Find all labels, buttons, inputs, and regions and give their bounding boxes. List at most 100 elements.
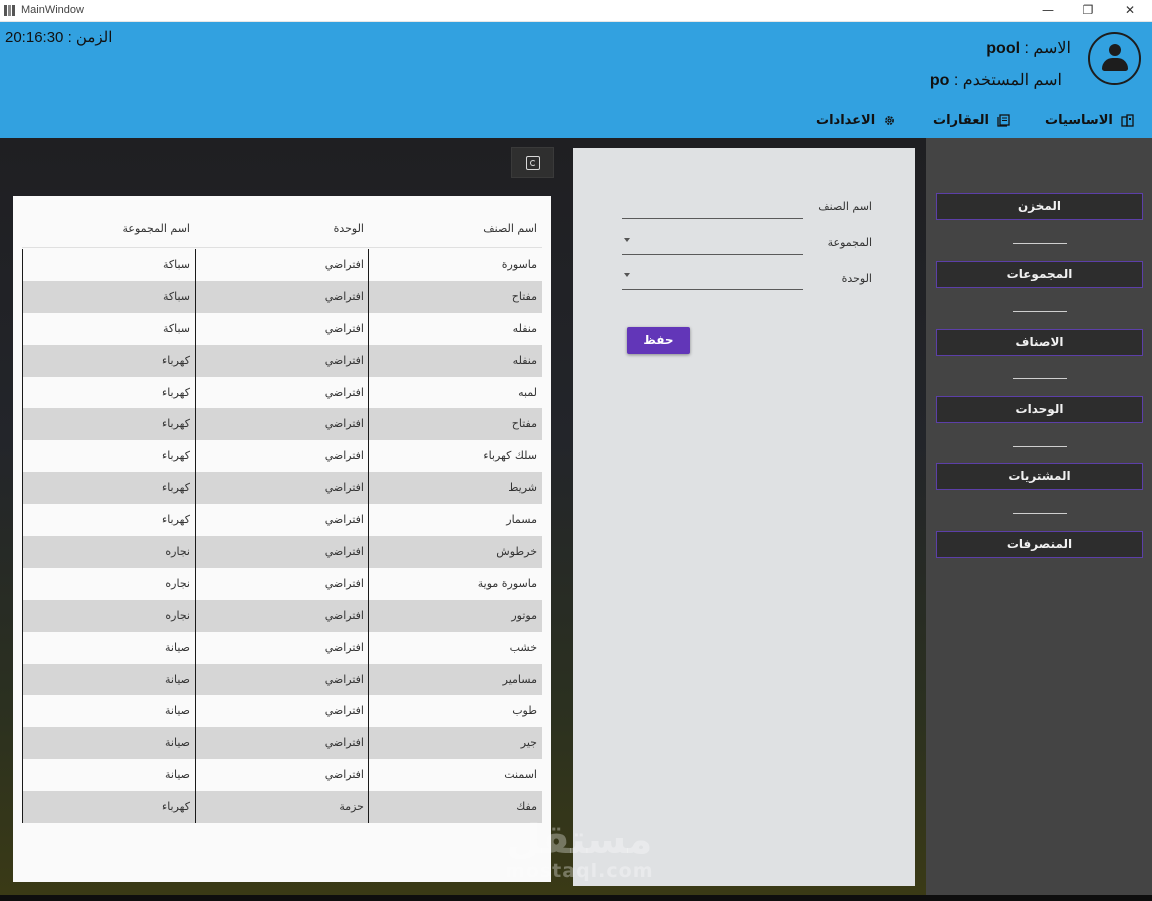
cell-group-name: صيانة [165, 736, 190, 750]
cell-group-name: كهرباء [162, 353, 190, 367]
table-row[interactable]: مفك حزمة كهرباء [22, 791, 542, 824]
cell-unit: افتراضي [324, 672, 364, 686]
window-title: MainWindow [21, 4, 84, 16]
app-header: الاسم : pool اسم المستخدم : po الزمن : 2… [0, 22, 1152, 138]
unit-dropdown-arrow-icon[interactable] [624, 273, 630, 277]
table-row[interactable]: منفله افتراضي كهرباء [22, 344, 542, 377]
cell-group-name: كهرباء [162, 513, 190, 527]
column-divider [368, 249, 369, 824]
sidebar-item-items[interactable]: الاصناف [936, 329, 1143, 356]
sidebar-divider [1013, 513, 1067, 514]
cell-item-name: خشب [509, 640, 537, 654]
cell-item-name: موتور [511, 608, 537, 622]
menu-basics[interactable]: الاساسيات [1045, 111, 1134, 129]
cell-item-name: مسامير [502, 672, 537, 686]
username-line: اسم المستخدم : po [930, 70, 1062, 90]
cell-unit: افتراضي [324, 545, 364, 559]
menu-settings[interactable]: الاعدادات [816, 111, 896, 129]
table-row[interactable]: لمبه افتراضي كهرباء [22, 377, 542, 409]
item-name-input[interactable] [622, 196, 803, 218]
save-button[interactable]: حفظ [627, 327, 690, 354]
table-row[interactable]: موتور افتراضي نجاره [22, 599, 542, 632]
column-header-unit[interactable]: الوحدة [334, 222, 364, 235]
table-row[interactable]: منفله افتراضي سباكة [22, 313, 542, 345]
table-row[interactable]: ماسورة افتراضي سباكة [22, 249, 542, 281]
watermark-arabic: مستقل [506, 817, 653, 863]
sidebar-divider [1013, 243, 1067, 244]
cell-item-name: مسمار [506, 513, 537, 527]
column-header-group-name[interactable]: اسم المجموعة [123, 222, 190, 235]
table-row[interactable]: شريط افتراضي كهرباء [22, 472, 542, 505]
sidebar-item-groups[interactable]: المجموعات [936, 261, 1143, 288]
cell-group-name: نجاره [165, 608, 190, 622]
cell-group-name: كهرباء [162, 449, 190, 463]
documents-icon [997, 113, 1010, 127]
cell-unit: افتراضي [324, 736, 364, 750]
column-divider [195, 249, 196, 824]
app-icon [4, 5, 16, 16]
window-title-bar: MainWindow — ❐ ✕ [0, 0, 1152, 22]
user-name-line: الاسم : pool [986, 38, 1071, 58]
cell-item-name: منفله [512, 321, 537, 335]
group-dropdown-arrow-icon[interactable] [624, 238, 630, 242]
time-value: 20:16:30 [5, 29, 64, 46]
table-row[interactable]: اسمنت افتراضي صيانة [22, 759, 542, 791]
item-form: اسم الصنف المجموعة الوحدة حفظ [573, 148, 915, 886]
maximize-button[interactable]: ❐ [1071, 0, 1105, 22]
menu-properties[interactable]: العقارات [933, 111, 1010, 129]
cell-unit: افتراضي [324, 576, 364, 590]
table-row[interactable]: مفتاح افتراضي سباكة [22, 280, 542, 313]
username-label: اسم المستخدم : [953, 72, 1062, 89]
cell-group-name: صيانة [165, 704, 190, 718]
unit-select[interactable] [622, 267, 803, 289]
cell-group-name: كهرباء [162, 417, 190, 431]
cell-unit: افتراضي [324, 640, 364, 654]
table-row[interactable]: سلك كهرباء افتراضي كهرباء [22, 440, 542, 472]
cell-group-name: سباكة [162, 321, 190, 335]
cell-item-name: ماسورة موية [477, 576, 537, 590]
cell-group-name: كهرباء [162, 800, 190, 814]
cell-group-name: سباكة [162, 289, 190, 303]
cell-item-name: مفتاح [511, 417, 537, 431]
cell-unit: افتراضي [324, 704, 364, 718]
table-row[interactable]: مسمار افتراضي كهرباء [22, 504, 542, 536]
minimize-button[interactable]: — [1031, 0, 1065, 22]
table-row[interactable]: جير افتراضي صيانة [22, 727, 542, 760]
column-header-item-name[interactable]: اسم الصنف [483, 222, 537, 235]
sidebar: المخزن المجموعات الاصناف الوحدات المشتري… [926, 138, 1152, 895]
group-label: المجموعة [827, 236, 872, 249]
sidebar-item-expenses[interactable]: المنصرفات [936, 531, 1143, 558]
cell-item-name: طوب [512, 704, 537, 718]
close-button[interactable]: ✕ [1113, 0, 1147, 22]
cell-item-name: مفتاح [511, 289, 537, 303]
user-avatar-icon [1088, 32, 1141, 85]
sidebar-item-store[interactable]: المخزن [936, 193, 1143, 220]
item-name-underline [622, 218, 803, 219]
building-icon [1121, 113, 1134, 127]
table-row[interactable]: طوب افتراضي صيانة [22, 695, 542, 727]
cell-item-name: ماسورة [501, 258, 537, 271]
cell-unit: افتراضي [324, 258, 364, 271]
cell-unit: افتراضي [324, 353, 364, 367]
refresh-button[interactable] [511, 147, 554, 178]
table-row[interactable]: مسامير افتراضي صيانة [22, 663, 542, 696]
table-body: ماسورة افتراضي سباكة مفتاح افتراضي سباكة منفله… [22, 249, 542, 824]
table-row[interactable]: ماسورة موية افتراضي نجاره [22, 568, 542, 600]
cell-unit: افتراضي [324, 449, 364, 463]
cell-unit: افتراضي [324, 513, 364, 527]
unit-label: الوحدة [841, 272, 872, 285]
item-name-label: اسم الصنف [818, 200, 872, 213]
table-row[interactable]: خشب افتراضي صيانة [22, 632, 542, 664]
sidebar-item-purchases[interactable]: المشتريات [936, 463, 1143, 490]
table-row[interactable]: خرطوش افتراضي نجاره [22, 536, 542, 568]
sidebar-item-units[interactable]: الوحدات [936, 396, 1143, 423]
group-select[interactable] [622, 232, 803, 254]
cell-item-name: منفله [512, 353, 537, 367]
group-underline [622, 254, 803, 255]
cell-group-name: صيانة [165, 640, 190, 654]
cell-item-name: شريط [508, 481, 537, 495]
cell-unit: افتراضي [324, 417, 364, 431]
table-row[interactable]: مفتاح افتراضي كهرباء [22, 408, 542, 441]
cell-unit: افتراضي [324, 481, 364, 495]
cell-group-name: صيانة [165, 672, 190, 686]
